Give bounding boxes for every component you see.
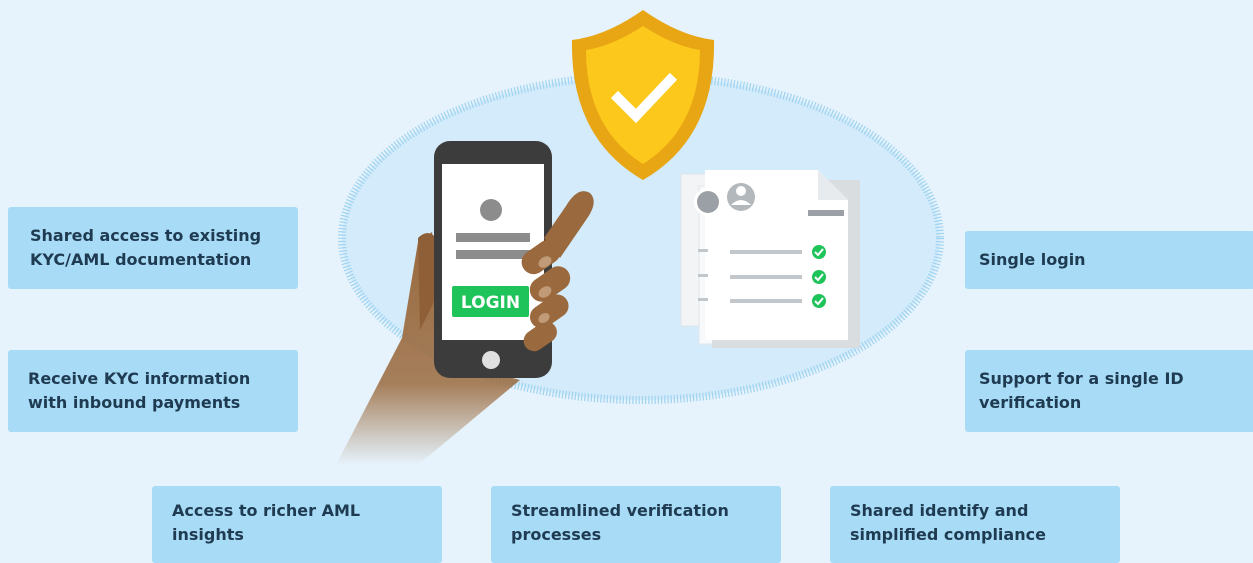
benefit-single-login: Single login xyxy=(965,231,1253,289)
benefit-streamlined-verification: Streamlined verification processes xyxy=(491,486,781,563)
check-circle-icon xyxy=(812,245,826,308)
benefit-richer-aml: Access to richer AML insights xyxy=(152,486,442,563)
document-stack-icon xyxy=(680,170,860,348)
benefit-single-id: Support for a single ID verification xyxy=(965,350,1253,432)
benefit-receive-kyc: Receive KYC information with inbound pay… xyxy=(8,350,298,432)
benefit-shared-identify: Shared identify and simplified complianc… xyxy=(830,486,1120,563)
benefit-shared-access: Shared access to existing KYC/AML docume… xyxy=(8,207,298,289)
login-button-label: LOGIN xyxy=(461,293,520,313)
user-avatar-icon xyxy=(725,181,757,213)
